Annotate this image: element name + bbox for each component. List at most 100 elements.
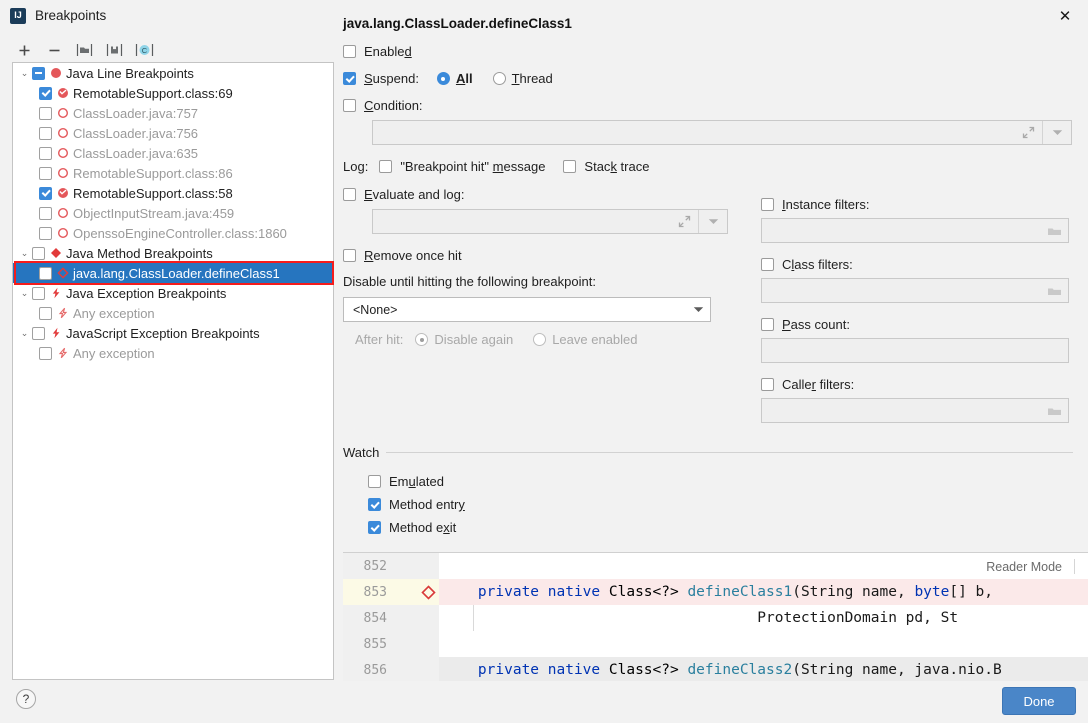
breakpoint-checkbox[interactable]: [39, 266, 52, 280]
tree-item-breakpoint[interactable]: ClassLoader.java:756: [13, 123, 333, 143]
export-breakpoints-icon[interactable]: [102, 38, 126, 62]
code-line-text: private native Class<?> defineClass1 (Str…: [439, 579, 1088, 605]
evaluate-and-log-checkbox[interactable]: [343, 188, 356, 201]
group-checkbox[interactable]: [32, 326, 45, 340]
caller-filters-input[interactable]: [761, 398, 1069, 423]
condition-checkbox[interactable]: [343, 99, 356, 112]
tree-item-any-exception[interactable]: Any exception: [13, 303, 333, 323]
tree-item-breakpoint[interactable]: RemotableSupport.class:58: [13, 183, 333, 203]
emulated-checkbox[interactable]: [368, 475, 381, 488]
breakpoint-checkbox[interactable]: [39, 166, 52, 180]
log-breakpoint-hit-checkbox[interactable]: [379, 160, 393, 173]
chevron-down-icon[interactable]: [699, 210, 727, 233]
tree-item-breakpoint[interactable]: ClassLoader.java:635: [13, 143, 333, 163]
tree-item-breakpoint[interactable]: RemotableSupport.class:86: [13, 163, 333, 183]
class-filters-checkbox[interactable]: [761, 258, 774, 271]
method-entry-checkbox[interactable]: [368, 498, 381, 511]
chevron-down-icon[interactable]: ⌄: [17, 328, 32, 339]
method-breakpoint-diamond-icon[interactable]: [421, 585, 436, 603]
tree-group-javascript-exception-breakpoints[interactable]: ⌄ JavaScript Exception Breakpoints: [13, 323, 333, 343]
tree-item-label: RemotableSupport.class:58: [73, 185, 233, 201]
gutter[interactable]: 855: [343, 631, 439, 657]
tree-item-any-exception[interactable]: Any exception: [13, 343, 333, 363]
disable-until-value: <None>: [353, 302, 398, 317]
tree-item-label: java.lang.ClassLoader.defineClass1: [73, 265, 280, 281]
expand-editor-icon[interactable]: [670, 210, 698, 233]
gutter[interactable]: 852: [343, 553, 439, 579]
remove-once-hit-checkbox[interactable]: [343, 249, 356, 262]
folder-icon[interactable]: [1040, 219, 1068, 242]
enabled-checkbox[interactable]: [343, 45, 356, 58]
method-exit-checkbox[interactable]: [368, 521, 381, 534]
remove-breakpoint-button[interactable]: [42, 38, 66, 62]
suspend-checkbox[interactable]: [343, 72, 356, 85]
chevron-down-icon[interactable]: ⌄: [17, 288, 32, 299]
suspend-all-radio[interactable]: [436, 72, 450, 85]
reader-mode-toggle[interactable]: Reader Mode: [986, 553, 1088, 580]
instance-filters-checkbox[interactable]: [761, 198, 774, 211]
log-stack-trace-label: Stack trace: [584, 159, 650, 174]
red-diamond-breakpoint-icon: [50, 247, 62, 259]
tree-item-label: OpenssoEngineController.class:1860: [73, 225, 287, 241]
breakpoint-checkbox[interactable]: [39, 106, 52, 120]
gutter[interactable]: 853: [343, 579, 439, 605]
code-line-breakpoint: 853 private native Class<?> defineClass1…: [343, 579, 1088, 605]
breakpoint-checkbox[interactable]: [39, 206, 52, 220]
tree-item-breakpoint[interactable]: OpenssoEngineController.class:1860: [13, 223, 333, 243]
class-filters-input[interactable]: [761, 278, 1069, 303]
chevron-down-icon[interactable]: [1043, 121, 1071, 144]
done-button[interactable]: Done: [1002, 687, 1076, 715]
breakpoints-dialog: IJ Breakpoints ✕ C ⌄ Java Line Breakpoin…: [0, 0, 1088, 723]
breakpoint-checkbox[interactable]: [39, 86, 52, 100]
group-breakpoints-icon[interactable]: [72, 38, 96, 62]
group-checkbox[interactable]: [32, 66, 45, 80]
instance-filters-label: Instance filters:: [782, 197, 870, 212]
folder-icon[interactable]: [1040, 399, 1068, 422]
tree-item-breakpoint[interactable]: ClassLoader.java:757: [13, 103, 333, 123]
evaluate-and-log-input[interactable]: [372, 209, 728, 234]
tree-item-selected-method-breakpoint[interactable]: java.lang.ClassLoader.defineClass1: [13, 263, 333, 283]
tree-group-label: Java Line Breakpoints: [66, 65, 194, 81]
suspend-thread-radio[interactable]: [492, 72, 506, 85]
breakpoint-checkbox[interactable]: [39, 226, 52, 240]
method-breakpoint-disabled-icon: [57, 267, 69, 279]
code-preview[interactable]: Reader Mode 852 853 private native Class…: [343, 552, 1088, 681]
breakpoint-checkbox[interactable]: [39, 306, 52, 320]
group-checkbox[interactable]: [32, 286, 45, 300]
after-hit-disable-again-radio[interactable]: [415, 333, 429, 346]
watch-emulated-row: Emulated: [368, 474, 1073, 489]
log-stack-trace-checkbox[interactable]: [563, 160, 577, 173]
enabled-row: Enabled: [343, 44, 1078, 59]
condition-input[interactable]: [372, 120, 1072, 145]
chevron-down-icon[interactable]: ⌄: [17, 248, 32, 259]
pass-count-checkbox[interactable]: [761, 318, 774, 331]
instance-filters-input[interactable]: [761, 218, 1069, 243]
group-checkbox[interactable]: [32, 246, 45, 260]
tree-group-java-exception-breakpoints[interactable]: ⌄ Java Exception Breakpoints: [13, 283, 333, 303]
help-icon[interactable]: ?: [16, 689, 36, 709]
tree-item-breakpoint[interactable]: ObjectInputStream.java:459: [13, 203, 333, 223]
disable-until-dropdown[interactable]: <None>: [343, 297, 711, 322]
breakpoint-checkbox[interactable]: [39, 126, 52, 140]
chevron-down-icon[interactable]: ⌄: [17, 68, 32, 79]
watch-method-entry-row: Method entry: [368, 497, 1073, 512]
pass-count-input[interactable]: [761, 338, 1069, 363]
mute-breakpoints-icon[interactable]: C: [132, 38, 156, 62]
tree-item-breakpoint[interactable]: RemotableSupport.class:69: [13, 83, 333, 103]
expand-editor-icon[interactable]: [1014, 121, 1042, 144]
tree-group-java-line-breakpoints[interactable]: ⌄ Java Line Breakpoints: [13, 63, 333, 83]
folder-icon[interactable]: [1040, 279, 1068, 302]
breakpoint-checkbox[interactable]: [39, 146, 52, 160]
breakpoint-checkbox[interactable]: [39, 346, 52, 360]
breakpoint-checkbox[interactable]: [39, 186, 52, 200]
gutter[interactable]: 856: [343, 657, 439, 681]
chevron-down-icon: [693, 305, 704, 315]
caller-filters-checkbox[interactable]: [761, 378, 774, 391]
breakpoints-tree[interactable]: ⌄ Java Line Breakpoints RemotableSupport…: [12, 62, 334, 680]
gutter[interactable]: 854: [343, 605, 439, 631]
pass-count-row: Pass count:: [761, 317, 1071, 332]
after-hit-leave-enabled-radio[interactable]: [533, 333, 547, 346]
add-breakpoint-button[interactable]: [12, 38, 36, 62]
enabled-label: Enabled: [364, 44, 412, 59]
tree-group-java-method-breakpoints[interactable]: ⌄ Java Method Breakpoints: [13, 243, 333, 263]
